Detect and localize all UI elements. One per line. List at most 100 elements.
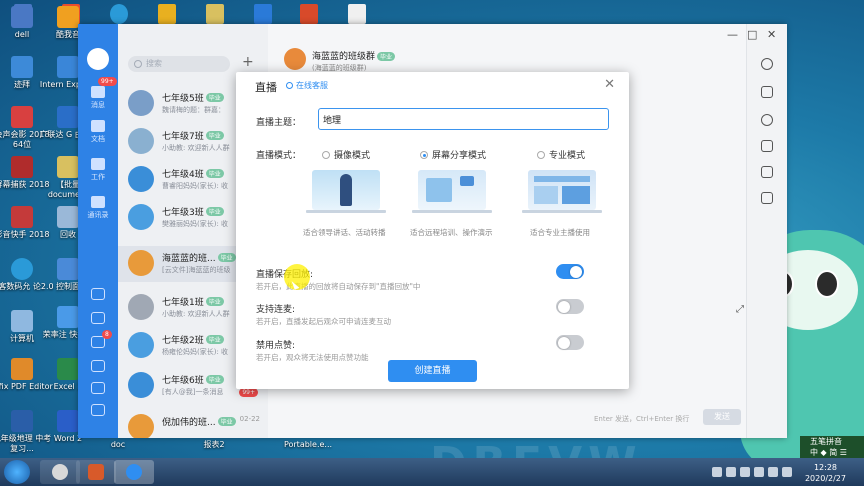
mode-option-professional[interactable]: 专业模式 <box>537 148 585 161</box>
tray-icon[interactable] <box>754 467 764 477</box>
desktop-top-icon[interactable] <box>348 4 366 24</box>
volume-icon[interactable] <box>782 467 792 477</box>
desktop-file-portable[interactable]: Portable.e... <box>276 440 340 450</box>
clock[interactable]: 12:28 2020/2/27 <box>805 462 846 484</box>
co-host-toggle[interactable] <box>556 299 584 314</box>
minimize-button[interactable]: — <box>727 28 738 41</box>
wallpaper-text: DBEVW <box>430 438 643 458</box>
history-icon[interactable] <box>761 114 773 126</box>
graduated-tag: 毕业 <box>205 335 224 344</box>
word-icon <box>57 410 79 432</box>
group-avatar <box>128 414 154 438</box>
mode-option-camera[interactable]: 摄像模式 <box>322 148 370 161</box>
user-avatar[interactable] <box>87 48 109 70</box>
chat-name: 倪加伟的班... 毕业 <box>162 415 236 428</box>
chat-name-text: 七年级7班 <box>162 132 204 142</box>
nav-messages[interactable]: 消息 <box>78 86 118 110</box>
desktop-top-icon[interactable] <box>254 4 272 24</box>
ime-toolbar[interactable]: 五笔拼音 中 ◆ 简 ☰ <box>800 436 864 460</box>
taskbar-app-recorder[interactable] <box>76 460 116 484</box>
cloud-icon[interactable] <box>91 404 105 416</box>
graduated-tag: 毕业 <box>217 253 236 262</box>
chat-name-text: 倪加伟的班... <box>162 418 216 428</box>
group-avatar <box>128 332 154 358</box>
nav-contacts[interactable]: 通讯录 <box>78 196 118 220</box>
tray-icon[interactable] <box>712 467 722 477</box>
chat-name: 七年级1班 毕业 <box>162 295 224 308</box>
group-avatar <box>128 166 154 192</box>
group-avatar <box>128 204 154 230</box>
taskbar-app-chat[interactable] <box>114 460 154 484</box>
computer-icon <box>11 310 33 332</box>
app-icon <box>11 106 33 128</box>
desktop-file-report[interactable]: 报表2 <box>182 440 246 450</box>
professional-mode-illustration[interactable] <box>522 168 602 218</box>
search-placeholder: 搜索 <box>146 59 162 68</box>
chat-preview: 曹睿阳妈妈(家长): 收 <box>162 182 229 190</box>
live-icon[interactable] <box>761 192 773 204</box>
search-input[interactable]: 搜索 <box>128 56 230 72</box>
laptop-base <box>412 210 492 213</box>
group-avatar <box>284 48 306 70</box>
maximize-button[interactable]: □ <box>747 28 757 41</box>
app-icon <box>126 464 142 480</box>
laptop-base <box>306 210 386 213</box>
radio-button[interactable] <box>322 151 330 159</box>
nav-docs[interactable]: 文档 <box>78 120 118 144</box>
control-panel-icon <box>57 258 79 280</box>
announcement-icon[interactable] <box>761 166 773 178</box>
desktop-top-icon[interactable] <box>206 4 224 24</box>
app-icon <box>52 464 68 480</box>
start-button[interactable] <box>4 460 30 484</box>
taskbar-app-explorer[interactable] <box>40 460 80 484</box>
chat-preview: [云文件]海蓝蓝的班级 <box>162 266 231 274</box>
mode-option-label: 屏幕分享模式 <box>432 151 487 161</box>
chat-name: 七年级7班 毕业 <box>162 129 224 142</box>
list-item[interactable]: 倪加伟的班... 毕业 02-22 <box>118 410 268 438</box>
mail-icon[interactable] <box>91 382 105 394</box>
expand-icon[interactable]: ⤢ <box>736 304 744 315</box>
tray-icon[interactable] <box>726 467 736 477</box>
desktop-top-icon[interactable] <box>300 4 318 24</box>
desktop-top-icon[interactable] <box>158 4 176 24</box>
graduated-tag: 毕业 <box>217 417 236 426</box>
folder-icon[interactable] <box>761 140 773 152</box>
network-icon[interactable] <box>768 467 778 477</box>
chat-name-text: 七年级1班 <box>162 298 204 308</box>
todo-icon[interactable] <box>91 312 105 324</box>
create-live-button[interactable]: 创建直播 <box>388 360 477 382</box>
nav-work[interactable]: 工作 <box>78 158 118 182</box>
screen-share-illustration[interactable] <box>412 168 492 218</box>
send-button[interactable]: 发送 <box>703 409 741 425</box>
screen-bar <box>534 176 590 182</box>
desktop-file-doc[interactable]: doc <box>86 440 150 450</box>
group-avatar <box>128 128 154 154</box>
add-button[interactable]: + <box>242 54 254 70</box>
phone-icon[interactable] <box>91 360 105 372</box>
more-icon[interactable] <box>761 58 773 70</box>
graduated-tag: 毕业 <box>205 93 224 102</box>
radio-button-selected[interactable] <box>420 151 428 159</box>
radio-button[interactable] <box>537 151 545 159</box>
camera-mode-illustration[interactable] <box>306 168 386 218</box>
screen-panel <box>562 186 590 204</box>
chat-name-text: 七年级5班 <box>162 94 204 104</box>
tray-icon[interactable] <box>740 467 750 477</box>
replay-toggle[interactable] <box>556 264 584 279</box>
graduated-tag: 毕业 <box>205 375 224 384</box>
chat-name: 七年级3班 毕业 <box>162 205 224 218</box>
chat-name: 七年级5班 毕业 <box>162 91 224 104</box>
chat-name-text: 海蓝蓝的班... <box>162 254 216 264</box>
calendar-icon[interactable] <box>91 288 105 300</box>
add-member-icon[interactable] <box>761 86 773 98</box>
desktop-top-icon[interactable] <box>110 4 128 24</box>
dialog-close-button[interactable]: ✕ <box>604 77 615 92</box>
online-service-link[interactable]: 在线客服 <box>286 80 328 91</box>
topic-input[interactable] <box>318 108 609 130</box>
service-label: 在线客服 <box>296 81 328 90</box>
close-button[interactable]: ✕ <box>767 28 776 41</box>
disable-like-toggle[interactable] <box>556 335 584 350</box>
toggle-knob <box>558 300 570 313</box>
mode-option-screen-share[interactable]: 屏幕分享模式 <box>420 148 486 161</box>
word-doc-icon <box>11 410 33 432</box>
